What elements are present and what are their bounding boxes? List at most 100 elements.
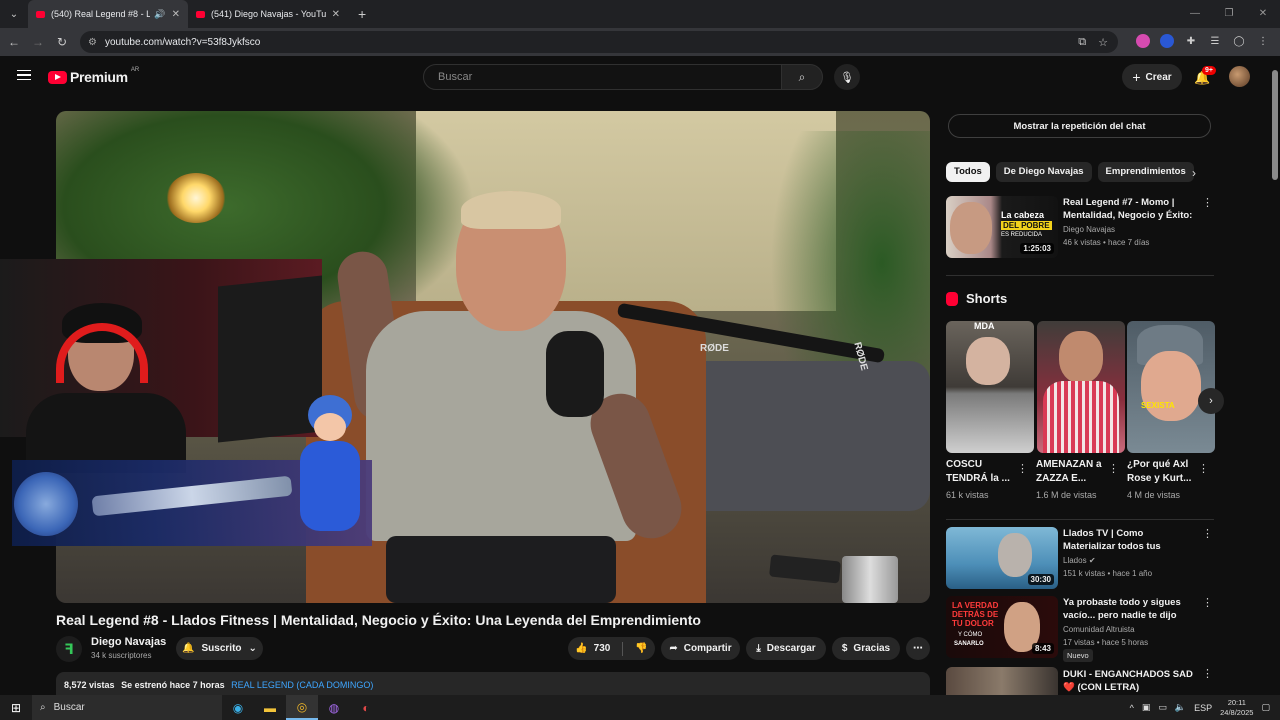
youtube-premium-logo[interactable]: Premium AR xyxy=(48,67,139,85)
rec-more-icon[interactable]: ⋮ xyxy=(1202,527,1213,540)
scrollbar-thumb[interactable] xyxy=(1272,70,1278,180)
video-thumbnail[interactable]: 30:30 xyxy=(946,527,1058,589)
url-field[interactable]: ⚙ youtube.com/watch?v=53f8Jykfsco ⧉ ☆ xyxy=(80,31,1118,53)
rec-title[interactable]: Real Legend #7 - Momo | Mentalidad, Nego… xyxy=(1063,196,1197,222)
short-thumbnail[interactable]: SEXISTA xyxy=(1127,321,1215,453)
windows-start-icon[interactable]: ⊞ xyxy=(0,701,32,715)
speaker-icon[interactable]: 🔊 xyxy=(154,9,165,20)
tray-app-icon[interactable]: ▣ xyxy=(1142,702,1151,713)
create-button[interactable]: + Crear xyxy=(1122,64,1182,90)
rec-title[interactable]: DUKI - ENGANCHADOS SAD ❤️ (CON LETRA) xyxy=(1063,668,1197,694)
clock[interactable]: 20:11 24/8/2025 xyxy=(1220,698,1253,718)
search-input[interactable]: Buscar xyxy=(423,64,782,90)
recommended-video[interactable]: La cabeza DEL POBRE ES REDUCIDA 1:25:03 … xyxy=(946,196,1213,258)
chat-replay-button[interactable]: Mostrar la repetición del chat xyxy=(948,114,1211,138)
dislike-icon[interactable]: 👎 xyxy=(635,643,647,654)
premiere-time: Se estrenó hace 7 horas xyxy=(121,680,225,690)
browser-menu-icon[interactable]: ⋮ xyxy=(1256,34,1270,48)
tab-close-icon[interactable]: ✕ xyxy=(172,9,180,20)
rec-channel[interactable]: Comunidad Altruista xyxy=(1063,625,1135,634)
chevron-down-icon: ⌄ xyxy=(248,643,257,654)
close-window-icon[interactable]: ✕ xyxy=(1246,0,1280,28)
edge-icon[interactable]: ◉ xyxy=(222,695,254,720)
tab-diego-navajas[interactable]: (541) Diego Navajas - YouTube ✕ xyxy=(188,0,348,28)
rec-more-icon[interactable]: ⋮ xyxy=(1202,196,1213,209)
recommended-video[interactable]: DUKI - ENGANCHADOS SAD ❤️ (CON LETRA) ⋮ xyxy=(946,667,1212,695)
extension-blue-icon[interactable] xyxy=(1160,34,1174,48)
reload-icon[interactable]: ↻ xyxy=(50,35,74,49)
like-count[interactable]: 730 xyxy=(594,643,611,654)
short-more-icon[interactable]: ⋮ xyxy=(1017,462,1028,475)
tab-search-chevron-icon[interactable]: ⌄ xyxy=(0,0,28,28)
cast-icon[interactable]: ⧉ xyxy=(1078,36,1086,49)
extensions-area: ✚ ☰ ◯ ⋮ xyxy=(1136,34,1270,48)
recommended-video[interactable]: 30:30 Llados TV | Como Materializar todo… xyxy=(946,527,1213,589)
page-scrollbar[interactable] xyxy=(1270,56,1280,695)
channel-avatar[interactable]: ꟻ xyxy=(56,636,82,662)
chip-entrepreneurship[interactable]: Emprendimientos xyxy=(1097,162,1194,182)
minimize-icon[interactable]: — xyxy=(1178,0,1212,28)
rec-channel[interactable]: Llados ✔ xyxy=(1063,556,1096,565)
profile-icon[interactable]: ◯ xyxy=(1232,34,1246,48)
reading-list-icon[interactable]: ☰ xyxy=(1208,34,1222,48)
rec-channel[interactable]: Diego Navajas xyxy=(1063,225,1115,234)
chip-from-channel[interactable]: De Diego Navajas xyxy=(995,162,1092,182)
voice-search-button[interactable]: 🎙 xyxy=(834,64,860,90)
extension-pink-icon[interactable] xyxy=(1136,34,1150,48)
channel-name[interactable]: Diego Navajas xyxy=(91,636,166,648)
file-explorer-icon[interactable]: ▬ xyxy=(254,695,286,720)
chips-next-icon[interactable]: › xyxy=(1192,166,1196,180)
back-icon[interactable]: ← xyxy=(2,35,26,49)
video-thumbnail[interactable]: La cabeza DEL POBRE ES REDUCIDA 1:25:03 xyxy=(946,196,1058,258)
rec-title[interactable]: Ya probaste todo y sigues vacío... pero … xyxy=(1063,596,1197,622)
duration-badge: 30:30 xyxy=(1027,574,1054,585)
share-button[interactable]: ➦ Compartir xyxy=(661,637,740,660)
download-button[interactable]: ⤓ Descargar xyxy=(746,637,826,660)
extensions-puzzle-icon[interactable]: ✚ xyxy=(1184,34,1198,48)
short-more-icon[interactable]: ⋮ xyxy=(1108,462,1119,475)
like-icon[interactable]: 👍 xyxy=(575,643,587,654)
app-icon[interactable]: ◐ xyxy=(350,695,382,720)
taskbar-search[interactable]: ⌕ Buscar xyxy=(32,695,222,720)
chrome-icon[interactable]: ◎ xyxy=(286,695,318,720)
video-thumbnail[interactable] xyxy=(946,667,1058,695)
short-thumbnail[interactable]: MDA xyxy=(946,321,1034,453)
network-icon[interactable]: ▭ xyxy=(1158,702,1167,713)
video-thumbnail[interactable]: LA VERDAD DETRÁS DE TU DOLOR Y CÓMO SANA… xyxy=(946,596,1058,658)
short-thumbnail[interactable] xyxy=(1037,321,1125,453)
forward-icon[interactable]: → xyxy=(26,35,50,49)
bookmark-star-icon[interactable]: ☆ xyxy=(1098,36,1108,49)
site-info-icon[interactable]: ⚙ xyxy=(88,37,97,48)
short-title[interactable]: AMENAZAN a ZAZZA E... xyxy=(1036,458,1112,486)
new-tab-icon[interactable]: + xyxy=(358,6,366,22)
restore-icon[interactable]: ❐ xyxy=(1212,0,1246,28)
language-indicator[interactable]: ESP xyxy=(1194,703,1212,713)
notification-center-icon[interactable]: ▢ xyxy=(1261,702,1270,713)
short-title[interactable]: COSCU TENDRÁ la ... xyxy=(946,458,1022,486)
subscribed-button[interactable]: 🔔 Suscrito ⌄ xyxy=(176,637,263,660)
chevron-right-icon: › xyxy=(1209,395,1213,407)
chip-all[interactable]: Todos xyxy=(946,162,990,182)
tab-close-icon[interactable]: ✕ xyxy=(332,9,340,20)
short-title[interactable]: ¿Por qué Axl Rose y Kurt... xyxy=(1127,458,1203,486)
hashtag-link[interactable]: REAL LEGEND (CADA DOMINGO) xyxy=(231,680,373,690)
short-more-icon[interactable]: ⋮ xyxy=(1198,462,1209,475)
thumb-text: Y CÓMO xyxy=(958,632,983,638)
search-button[interactable]: ⌕ xyxy=(781,64,823,90)
recommended-video[interactable]: LA VERDAD DETRÁS DE TU DOLOR Y CÓMO SANA… xyxy=(946,596,1213,662)
thanks-button[interactable]: $ Gracias xyxy=(832,637,900,660)
tray-chevron-icon[interactable]: ^ xyxy=(1130,703,1134,713)
shorts-next-button[interactable]: › xyxy=(1198,388,1224,414)
microphone xyxy=(546,331,604,417)
thumb-text: DEL POBRE xyxy=(1001,221,1052,230)
rec-more-icon[interactable]: ⋮ xyxy=(1202,596,1213,609)
tab-real-legend[interactable]: (540) Real Legend #8 - Llad 🔊 ✕ xyxy=(28,0,188,28)
browser-tab-bar: ⌄ (540) Real Legend #8 - Llad 🔊 ✕ (541) … xyxy=(0,0,1280,28)
volume-icon[interactable]: 🔈 xyxy=(1175,702,1186,713)
more-actions-button[interactable]: ⋯ xyxy=(906,637,930,660)
hamburger-menu-icon[interactable] xyxy=(17,70,31,80)
messenger-icon[interactable]: ◍ xyxy=(318,695,350,720)
rec-title[interactable]: Llados TV | Como Materializar todos tus … xyxy=(1063,527,1197,553)
account-avatar[interactable] xyxy=(1229,66,1250,87)
rec-more-icon[interactable]: ⋮ xyxy=(1202,667,1212,680)
